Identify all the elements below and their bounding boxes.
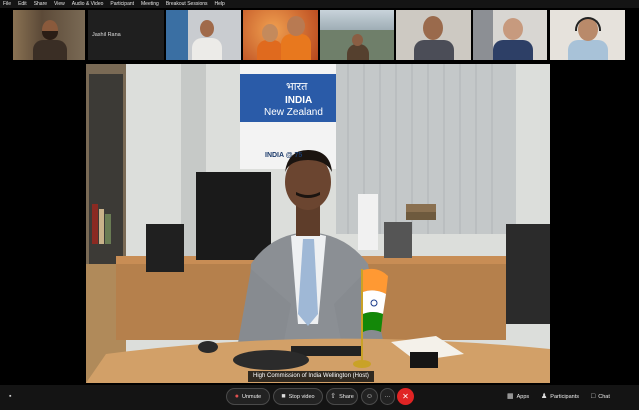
stop-video-button[interactable]: ■ Stop video [273, 388, 323, 405]
meeting-controls: ▪ ● Unmute ■ Stop video ⇧ Share ☺ ··· ✕ … [0, 385, 639, 410]
end-call-icon: ✕ [402, 392, 409, 401]
chat-icon: □ [591, 393, 596, 400]
smiley-icon: ☺ [365, 393, 374, 400]
menu-view[interactable]: View [54, 0, 65, 8]
apps-button[interactable]: ▦ Apps [507, 388, 529, 405]
end-call-button[interactable]: ✕ [397, 388, 414, 405]
participant-tile[interactable] [396, 10, 471, 60]
chat-button[interactable]: □ Chat [591, 388, 610, 405]
menu-file[interactable]: File [3, 0, 11, 8]
unmute-button[interactable]: ● Unmute [226, 388, 270, 405]
more-icon: ··· [384, 393, 391, 400]
menu-meeting[interactable]: Meeting [141, 0, 159, 8]
banner-country: INDIA [285, 95, 313, 106]
participant-tile[interactable] [166, 10, 241, 60]
more-options-button[interactable]: ··· [380, 388, 395, 405]
participants-label: Participants [550, 393, 580, 400]
menu-bar: File Edit Share View Audio & Video Parti… [0, 0, 639, 8]
participant-tile[interactable] [550, 10, 625, 60]
banner-hindi: भारत [286, 80, 308, 93]
share-icon: ⇧ [330, 393, 337, 400]
share-button[interactable]: ⇧ Share [326, 388, 358, 405]
reactions-button[interactable]: ☺ [361, 388, 378, 405]
camera-icon: ■ [281, 393, 286, 400]
captions-icon[interactable]: ▪ [9, 393, 11, 400]
menu-audio-video[interactable]: Audio & Video [72, 0, 104, 8]
menu-help[interactable]: Help [215, 0, 225, 8]
unmute-label: Unmute [241, 393, 262, 400]
chat-label: Chat [598, 393, 610, 400]
participant-tile[interactable] [320, 10, 394, 60]
participant-tile[interactable] [243, 10, 318, 60]
menu-participant[interactable]: Participant [110, 0, 134, 8]
menu-edit[interactable]: Edit [18, 0, 27, 8]
stop-video-label: Stop video [288, 393, 315, 400]
banner-subtitle: New Zealand [264, 107, 323, 118]
participant-tile[interactable] [13, 10, 85, 60]
banner-logo-text: INDIA @ 75 [265, 152, 303, 159]
microphone-muted-icon: ● [234, 393, 239, 400]
apps-label: Apps [516, 393, 530, 400]
participant-tile[interactable]: Jashil Rana [88, 10, 164, 60]
people-icon: ♟ [541, 393, 548, 400]
menu-breakout-sessions[interactable]: Breakout Sessions [166, 0, 208, 8]
participant-name: Jashil Rana [92, 32, 121, 38]
participant-tile[interactable] [473, 10, 547, 60]
participant-strip: Jashil Rana [0, 8, 639, 62]
share-label: Share [339, 393, 354, 400]
active-speaker-label: High Commission of India Wellington (Hos… [248, 371, 374, 382]
menu-share[interactable]: Share [34, 0, 47, 8]
main-video: भारत INDIA New Zealand INDIA @ 75 [86, 64, 550, 383]
apps-icon: ▦ [507, 393, 514, 400]
participants-button[interactable]: ♟ Participants [541, 388, 579, 405]
